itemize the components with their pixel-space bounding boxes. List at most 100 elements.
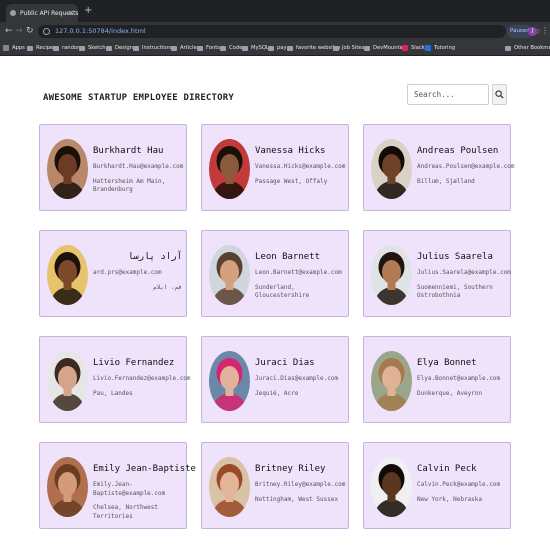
employee-location: Suomenniemi, Southern Ostrobothnia (417, 283, 493, 300)
reload-icon[interactable]: ↻ (26, 25, 34, 37)
tab-bar: Public API Requests × + (0, 0, 550, 22)
bookmarks-bar: Apps Recipes random Sketch Design Instru… (0, 41, 550, 56)
bookmark-pay[interactable]: pay (268, 44, 287, 52)
employee-email: Burkhardt.Hau@example.com (93, 163, 184, 170)
bookmark-other[interactable]: Other Bookmarks (505, 44, 550, 52)
bookmark-devmountain[interactable]: DevMountain (364, 44, 407, 52)
employee-location: Chelsea, Northwest Territories (93, 504, 159, 520)
employee-card[interactable]: Britney Riley Britney.Riley@example.com No… (201, 442, 349, 529)
employee-photo (209, 457, 250, 517)
employee-info: Vanessa Hicks Vanessa.Hicks@example.com Pa… (255, 145, 345, 186)
bookmark-sketch[interactable]: Sketch (79, 44, 105, 52)
employee-email: Andreas.Poulsen@example.com (417, 163, 515, 170)
url-text[interactable]: 127.0.0.1:50784/index.html (55, 27, 146, 36)
bookmark-job-sites[interactable]: Job Sites (333, 44, 364, 52)
profile-avatar[interactable]: J (528, 27, 537, 36)
employee-name: Calvin Peck (417, 464, 477, 474)
employee-info: Juraci Dias Juraci.Dias@example.com Jequié… (255, 357, 344, 398)
employee-name: Juraci Dias (255, 358, 315, 368)
address-bar[interactable]: 127.0.0.1:50784/index.html ⌕ ☆ (38, 25, 541, 38)
employee-info: Britney Riley Britney.Riley@example.com No… (255, 463, 345, 504)
employee-location: Hattersheim Am Main, Brandenburg (93, 177, 166, 194)
employee-info: Andreas Poulsen Andreas.Poulsen@example.c… (417, 145, 515, 186)
employee-photo (371, 351, 412, 411)
employee-photo (209, 351, 250, 411)
bookmark-fonts[interactable]: Fonts (197, 44, 220, 52)
employee-name: Vanessa Hicks (255, 146, 326, 156)
folder-icon (197, 45, 203, 51)
folder-icon (505, 45, 511, 51)
employee-info: Elya Bonnet Elya.Bonnet@example.com Dunker… (417, 357, 506, 398)
search-input[interactable] (407, 84, 489, 105)
back-icon[interactable]: ← (5, 25, 13, 37)
employee-location: قم، ایلام (153, 283, 182, 291)
employee-card[interactable]: آراد پارسا ard.prs@example.com قم، ایلام (39, 230, 187, 317)
folder-icon (133, 45, 139, 51)
site-info-icon[interactable] (43, 28, 50, 35)
employee-email: Livio.Fernandez@example.com (93, 375, 191, 382)
employee-name: Britney Riley (255, 464, 326, 474)
employee-card[interactable]: Leon Barnett Leon.Barnett@example.com Sund… (201, 230, 349, 317)
employee-name: Andreas Poulsen (417, 146, 499, 156)
employee-photo (47, 457, 88, 517)
employee-card[interactable]: Burkhardt Hau Burkhardt.Hau@example.com Ha… (39, 124, 187, 211)
folder-icon (364, 45, 370, 51)
forward-icon[interactable]: → (15, 25, 23, 37)
folder-icon (106, 45, 112, 51)
bookmark-code[interactable]: Code (220, 44, 242, 52)
employee-location: Passage West, Offaly (255, 177, 328, 185)
employee-card[interactable]: Livio Fernandez Livio.Fernandez@example.c… (39, 336, 191, 423)
page-title: AWESOME STARTUP EMPLOYEE DIRECTORY (43, 93, 235, 103)
employee-photo (209, 139, 250, 199)
search-icon (495, 90, 504, 99)
bookmark-mysql[interactable]: MySQL (242, 44, 269, 52)
employee-name: Livio Fernandez (93, 358, 175, 368)
employee-location: Dunkerque, Aveyron (417, 389, 483, 397)
employee-info: Emily Jean-Baptiste Emily.Jean-Baptiste@e… (93, 463, 196, 521)
employee-photo (371, 245, 412, 305)
employee-card[interactable]: Vanessa Hicks Vanessa.Hicks@example.com Pa… (201, 124, 349, 211)
employee-card[interactable]: Juraci Dias Juraci.Dias@example.com Jequié… (201, 336, 349, 423)
employee-photo (47, 139, 88, 199)
browser-menu-icon[interactable]: ⋮ (541, 26, 549, 36)
folder-icon (79, 45, 85, 51)
employee-info: Burkhardt Hau Burkhardt.Hau@example.com Ha… (93, 145, 184, 195)
employee-name: Leon Barnett (255, 252, 321, 262)
browser-tab[interactable]: Public API Requests × (6, 4, 78, 22)
folder-icon (242, 45, 248, 51)
close-tab-icon[interactable]: × (68, 8, 74, 18)
employee-photo (371, 139, 412, 199)
bookmark-instructions[interactable]: Instructions (133, 44, 172, 52)
search-button[interactable] (492, 84, 507, 105)
employee-card[interactable]: Andreas Poulsen Andreas.Poulsen@example.c… (363, 124, 515, 211)
employee-email: Calvin.Peck@example.com (417, 481, 501, 488)
employee-card[interactable]: Calvin Peck Calvin.Peck@example.com New Yo… (363, 442, 511, 529)
employee-photo (47, 245, 88, 305)
bookmark-recipes[interactable]: Recipes (27, 44, 56, 52)
bookmark-articles[interactable]: Articles (171, 44, 199, 52)
employee-info: آراد پارسا ard.prs@example.com قم، ایلام (93, 251, 182, 292)
new-tab-button[interactable]: + (84, 5, 92, 17)
employee-email: Julius.Saarela@example.com (417, 269, 511, 276)
bookmark-random[interactable]: random (53, 44, 82, 52)
employee-info: Calvin Peck Calvin.Peck@example.com New Yo… (417, 463, 506, 504)
bookmark-tutoring[interactable]: Tutoring (425, 44, 455, 52)
employee-location: Jequié, Acre (255, 389, 299, 397)
folder-icon (27, 45, 33, 51)
employee-name: آراد پارسا (127, 252, 182, 262)
employee-location: Pau, Landes (93, 389, 133, 397)
employee-name: Julius Saarela (417, 252, 493, 262)
employee-location: Sunderland, Gloucestershire (255, 283, 310, 300)
bookmark-design[interactable]: Design (106, 44, 133, 52)
employee-name: Elya Bonnet (417, 358, 477, 368)
employee-info: Livio Fernandez Livio.Fernandez@example.c… (93, 357, 191, 398)
employee-photo (47, 351, 88, 411)
page-favicon-icon (10, 10, 16, 16)
employee-card[interactable]: Emily Jean-Baptiste Emily.Jean-Baptiste@e… (39, 442, 196, 529)
employee-card[interactable]: Elya Bonnet Elya.Bonnet@example.com Dunker… (363, 336, 511, 423)
employee-card[interactable]: Julius Saarela Julius.Saarela@example.com… (363, 230, 511, 317)
folder-icon (171, 45, 177, 51)
bookmark-slack[interactable]: Slack (402, 44, 425, 52)
employee-email: Juraci.Dias@example.com (255, 375, 339, 382)
bookmark-apps[interactable]: Apps (3, 44, 25, 52)
